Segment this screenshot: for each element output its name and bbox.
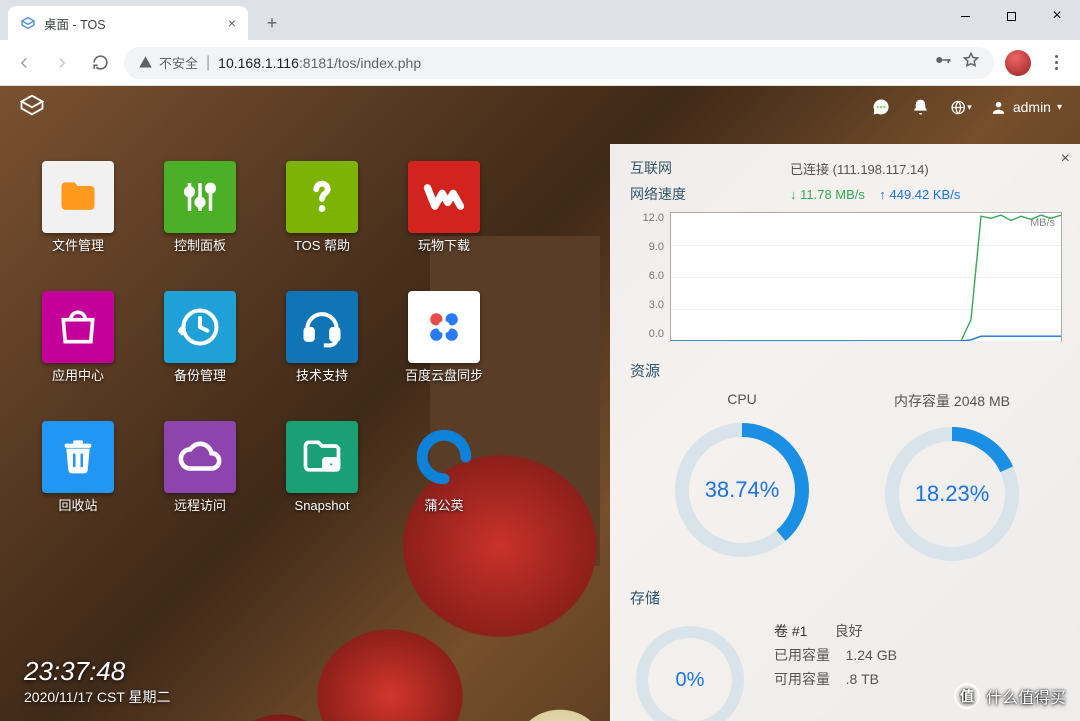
tos-desktop: ▾ admin ▾ 文件管理 控制面板 TOS 帮助 玩物下载应用中心 备份管理 技术支持… (0, 86, 1080, 721)
snapshot-icon (286, 421, 358, 493)
upload-arrow-icon: ↑ (879, 187, 889, 202)
download-speed: 11.78 MB/s (800, 187, 865, 202)
tab-favicon-icon (20, 15, 36, 31)
app-label: 回收站 (58, 498, 97, 514)
app-label: 应用中心 (52, 368, 104, 384)
clock-date: 2020/11/17 CST 星期二 (24, 687, 171, 707)
volume-percent: 0% (630, 620, 750, 721)
app-label: 文件管理 (52, 238, 104, 254)
url-text: 10.168.1.116:8181/tos/index.php (218, 55, 924, 71)
tab-title: 桌面 - TOS (44, 14, 220, 33)
profile-avatar[interactable] (1004, 49, 1032, 77)
resources-label: 资源 (630, 360, 1064, 381)
internet-status: 已连接 (111.198.117.14) (790, 159, 1064, 178)
tab-close-icon[interactable]: × (228, 15, 236, 31)
saved-password-key-icon[interactable] (932, 51, 954, 74)
window-close-button[interactable]: × (1034, 0, 1080, 32)
app-label: 控制面板 (174, 238, 226, 254)
network-globe-icon[interactable]: ▾ (950, 96, 972, 118)
new-tab-button[interactable]: + (258, 9, 286, 37)
pgy-icon (408, 421, 480, 493)
address-bar[interactable]: 不安全 | 10.168.1.116:8181/tos/index.php (124, 47, 994, 79)
notifications-bell-icon[interactable] (910, 96, 932, 118)
memory-label: 内存容量 2048 MB (894, 391, 1010, 411)
baidu-icon (408, 291, 480, 363)
user-name: admin (1013, 99, 1051, 115)
speed-label: 网络速度 (630, 184, 790, 204)
download-arrow-icon: ↓ (790, 187, 800, 202)
forward-button[interactable] (48, 49, 76, 77)
bag-icon (42, 291, 114, 363)
browser-titlebar: 桌面 - TOS × + × (0, 0, 1080, 40)
volume-gauge: 0% (630, 620, 750, 721)
tos-logo-icon[interactable] (18, 91, 46, 124)
app-wan[interactable]: 玩物下载 (394, 161, 494, 276)
desktop-icon-grid: 文件管理 控制面板 TOS 帮助 玩物下载应用中心 备份管理 技术支持 百度云盘同步回收站 远… (28, 161, 494, 536)
security-warning-text: 不安全 (159, 53, 198, 72)
clock-time: 23:37:48 (24, 656, 171, 687)
messages-icon[interactable] (870, 96, 892, 118)
app-headset[interactable]: 技术支持 (272, 291, 372, 406)
cpu-label: CPU (727, 391, 757, 407)
internet-label: 互联网 (630, 158, 790, 178)
app-label: 远程访问 (174, 498, 226, 514)
app-cloud[interactable]: 远程访问 (150, 421, 250, 536)
panel-close-icon[interactable]: × (1061, 150, 1070, 168)
window-maximize-button[interactable] (988, 0, 1034, 32)
window-minimize-button[interactable] (942, 0, 988, 32)
app-label: 百度云盘同步 (405, 368, 483, 384)
app-label: 技术支持 (296, 368, 348, 384)
memory-gauge: 内存容量 2048 MB 18.23% (877, 391, 1027, 569)
status-panel: × 互联网 已连接 (111.198.117.14) 网络速度 ↓ 11.78 … (610, 144, 1080, 721)
speed-values: ↓ 11.78 MB/s ↑ 449.42 KB/s (790, 187, 1064, 202)
bookmark-star-icon[interactable] (962, 51, 980, 74)
app-label: 蒲公英 (424, 498, 463, 514)
user-menu[interactable]: admin ▾ (990, 99, 1062, 116)
sliders-icon (164, 161, 236, 233)
wan-icon (408, 161, 480, 233)
cpu-gauge: CPU 38.74% (667, 391, 817, 569)
security-warning-icon: 不安全 (138, 53, 198, 72)
storage-label: 存储 (630, 587, 1064, 608)
chevron-down-icon: ▾ (1057, 102, 1062, 113)
back-button[interactable] (10, 49, 38, 77)
app-sliders[interactable]: 控制面板 (150, 161, 250, 276)
folder-icon (42, 161, 114, 233)
network-chart: 12.09.06.03.00.0 MB/s (630, 212, 1064, 342)
app-snapshot[interactable]: Snapshot (272, 421, 372, 536)
headset-icon (286, 291, 358, 363)
app-pgy[interactable]: 蒲公英 (394, 421, 494, 536)
app-bag[interactable]: 应用中心 (28, 291, 128, 406)
reload-button[interactable] (86, 49, 114, 77)
browser-menu-button[interactable] (1042, 49, 1070, 77)
app-label: TOS 帮助 (294, 238, 350, 254)
history-icon (164, 291, 236, 363)
cpu-percent: 38.74% (667, 415, 817, 565)
desktop-topbar: ▾ admin ▾ (0, 86, 1080, 128)
app-label: 玩物下载 (418, 238, 470, 254)
app-label: Snapshot (295, 498, 350, 514)
app-baidu[interactable]: 百度云盘同步 (394, 291, 494, 406)
app-question[interactable]: TOS 帮助 (272, 161, 372, 276)
app-folder[interactable]: 文件管理 (28, 161, 128, 276)
cloud-icon (164, 421, 236, 493)
upload-speed: 449.42 KB/s (890, 187, 961, 202)
storage-info: 卷 #1 良好 已用容量 1.24 GB 可用容量 .8 TB (774, 620, 897, 691)
app-history[interactable]: 备份管理 (150, 291, 250, 406)
trash-icon (42, 421, 114, 493)
browser-tab[interactable]: 桌面 - TOS × (8, 6, 248, 40)
app-label: 备份管理 (174, 368, 226, 384)
desktop-clock: 23:37:48 2020/11/17 CST 星期二 (24, 656, 171, 707)
question-icon (286, 161, 358, 233)
browser-toolbar: 不安全 | 10.168.1.116:8181/tos/index.php (0, 40, 1080, 86)
memory-percent: 18.23% (877, 419, 1027, 569)
app-trash[interactable]: 回收站 (28, 421, 128, 536)
